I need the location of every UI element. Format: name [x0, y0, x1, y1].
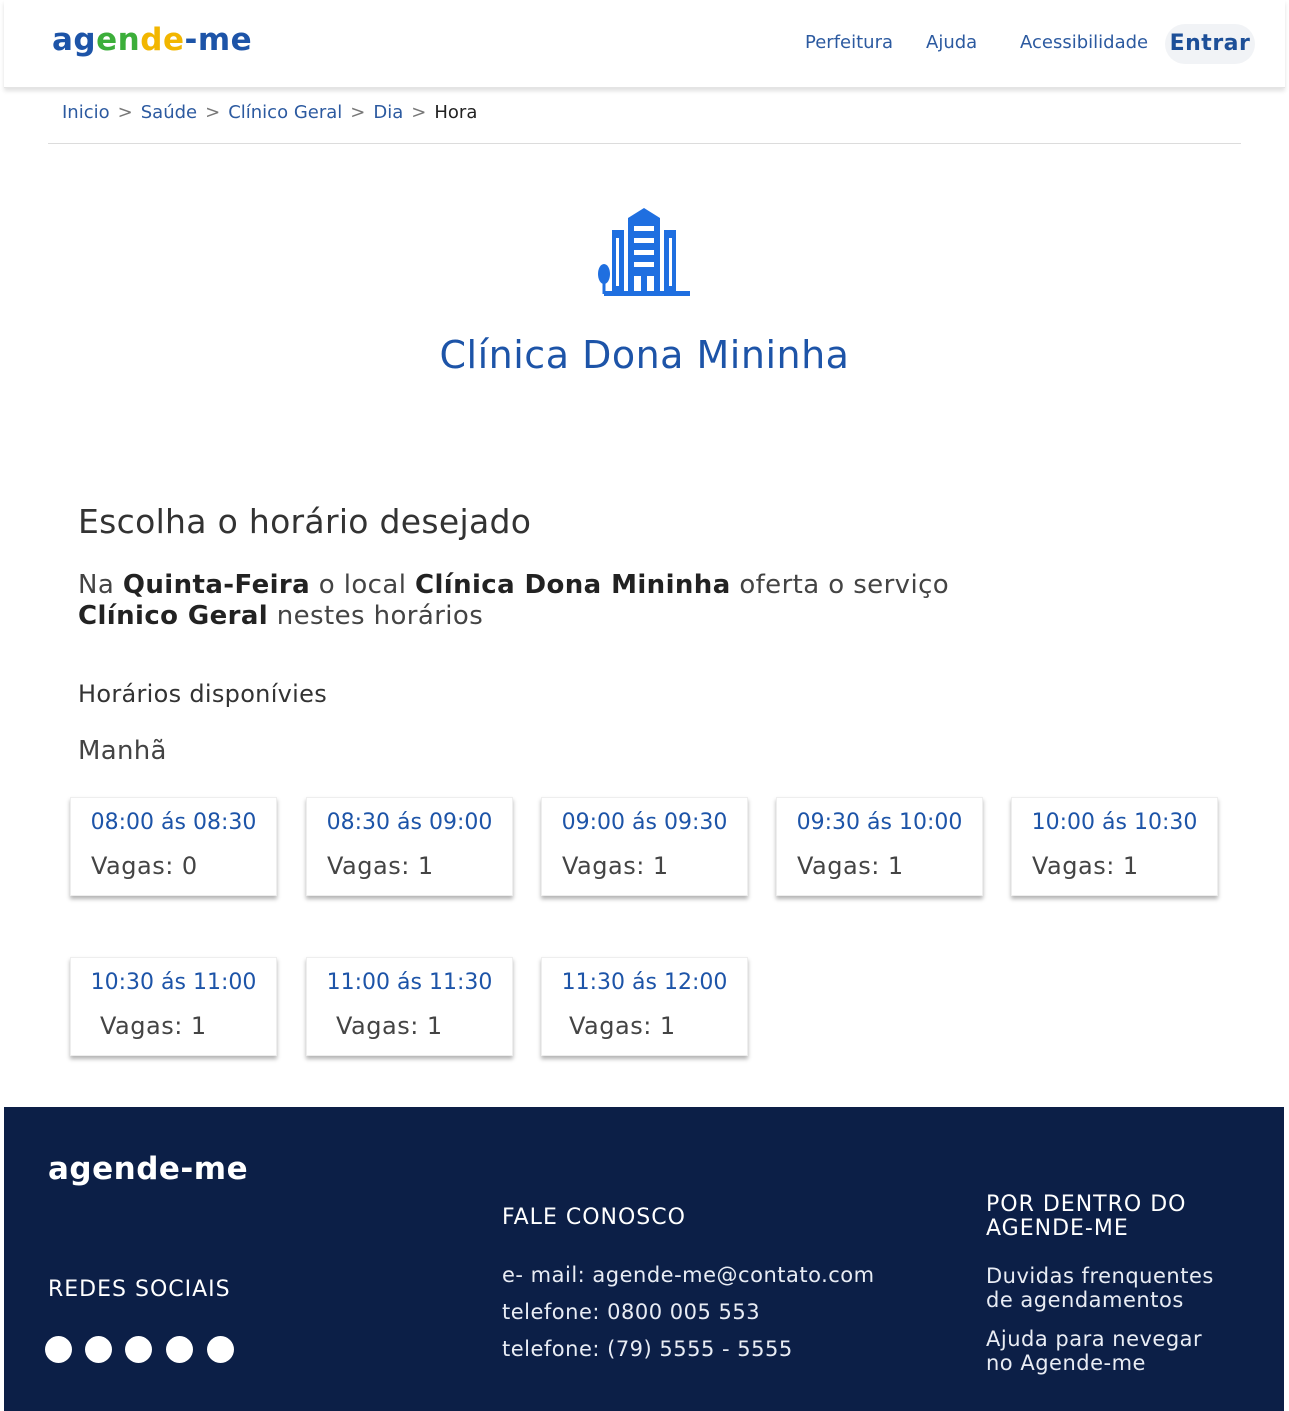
nav-ajuda-link[interactable]: Ajuda [926, 32, 977, 53]
time-slot-card[interactable]: 09:30 ás 10:00 Vagas: 1 [776, 797, 983, 896]
inside-agende-me-title: POR DENTRO DO AGENDE-ME [986, 1192, 1187, 1241]
time-slot-vacancies: Vagas: 1 [327, 852, 434, 880]
breadcrumb-item-clinico-geral[interactable]: Clínico Geral [228, 102, 342, 123]
social-icon[interactable] [85, 1336, 112, 1363]
time-slot-vacancies: Vagas: 1 [100, 1012, 207, 1040]
period-label: Manhã [78, 736, 167, 766]
time-slot-vacancies: Vagas: 1 [336, 1012, 443, 1040]
faq-link[interactable]: Duvidas frenquentes de agendamentos [986, 1264, 1226, 1312]
breadcrumb-separator: > [117, 102, 133, 123]
breadcrumb-separator: > [205, 102, 221, 123]
login-button[interactable]: Entrar [1165, 24, 1255, 64]
breadcrumb-divider [48, 143, 1241, 144]
time-slot-range: 09:30 ás 10:00 [796, 810, 963, 835]
social-icon[interactable] [125, 1336, 152, 1363]
time-slot-card[interactable]: 08:30 ás 09:00 Vagas: 1 [306, 797, 513, 896]
contact-phone[interactable]: telefone: 0800 005 553 [502, 1300, 760, 1324]
agende-me-logo[interactable]: agende-me [52, 22, 252, 58]
time-slot-card[interactable]: 08:00 ás 08:30 Vagas: 0 [70, 797, 277, 896]
schedule-description: Na Quinta-Feira o local Clínica Dona Min… [78, 570, 950, 631]
contact-phone[interactable]: telefone: (79) 5555 - 5555 [502, 1337, 793, 1361]
breadcrumb-item-dia[interactable]: Dia [373, 102, 403, 123]
nav-perfeitura-link[interactable]: Perfeitura [805, 32, 893, 53]
selected-place: Clínica Dona Mininha [414, 570, 731, 600]
breadcrumb-separator: > [350, 102, 366, 123]
time-slot-card[interactable]: 10:30 ás 11:00 Vagas: 1 [70, 957, 277, 1056]
nav-acessibilidade-link[interactable]: Acessibilidade [1020, 32, 1148, 53]
clinic-name: Clínica Dona Mininha [439, 333, 850, 377]
breadcrumb-item-saude[interactable]: Saúde [141, 102, 197, 123]
selected-day: Quinta-Feira [122, 570, 311, 600]
social-networks-title: REDES SOCIAIS [48, 1277, 231, 1302]
contact-title: FALE CONOSCO [502, 1205, 686, 1230]
page-footer: agende-me REDES SOCIAIS FALE CONOSCO e- … [4, 1107, 1284, 1411]
hospital-building-icon [598, 208, 690, 296]
time-slot-vacancies: Vagas: 0 [91, 852, 198, 880]
time-slot-vacancies: Vagas: 1 [562, 852, 669, 880]
breadcrumb-item-inicio[interactable]: Inicio [62, 102, 110, 123]
social-icon[interactable] [45, 1336, 72, 1363]
selected-service: Clínico Geral [78, 601, 269, 631]
available-times-heading: Horários disponívies [78, 680, 327, 708]
time-slot-range: 11:30 ás 12:00 [561, 970, 728, 995]
navigation-help-link[interactable]: Ajuda para nevegar no Agende-me [986, 1327, 1226, 1375]
breadcrumb-item-hora: Hora [434, 102, 478, 123]
breadcrumb: Inicio > Saúde > Clínico Geral > Dia > Hora [62, 102, 477, 123]
time-slot-range: 10:30 ás 11:00 [90, 970, 257, 995]
contact-email[interactable]: e- mail: agende-me@contato.com [502, 1263, 875, 1287]
time-slot-range: 11:00 ás 11:30 [326, 970, 493, 995]
top-header: agende-me Perfeitura Ajuda Acessibilidad… [4, 0, 1285, 88]
social-icon[interactable] [166, 1336, 193, 1363]
time-slot-vacancies: Vagas: 1 [569, 1012, 676, 1040]
time-slot-card[interactable]: 10:00 ás 10:30 Vagas: 1 [1011, 797, 1218, 896]
time-slot-range: 08:30 ás 09:00 [326, 810, 493, 835]
time-slot-vacancies: Vagas: 1 [1032, 852, 1139, 880]
time-slot-card[interactable]: 09:00 ás 09:30 Vagas: 1 [541, 797, 748, 896]
time-slot-range: 08:00 ás 08:30 [90, 810, 257, 835]
time-slot-range: 10:00 ás 10:30 [1031, 810, 1198, 835]
breadcrumb-separator: > [411, 102, 427, 123]
footer-logo[interactable]: agende-me [48, 1151, 248, 1187]
time-slot-card[interactable]: 11:30 ás 12:00 Vagas: 1 [541, 957, 748, 1056]
time-slot-range: 09:00 ás 09:30 [561, 810, 728, 835]
page-title: Escolha o horário desejado [78, 502, 532, 541]
time-slot-card[interactable]: 11:00 ás 11:30 Vagas: 1 [306, 957, 513, 1056]
social-icon[interactable] [207, 1336, 234, 1363]
time-slot-vacancies: Vagas: 1 [797, 852, 904, 880]
